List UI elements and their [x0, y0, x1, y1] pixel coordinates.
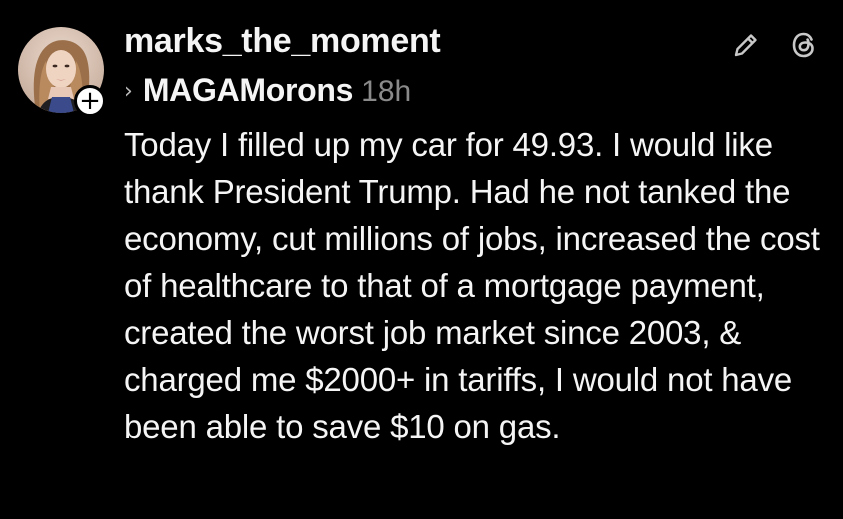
threads-button[interactable]: [787, 28, 821, 62]
community-row: › MAGAMorons 18h: [124, 72, 411, 109]
community-name[interactable]: MAGAMorons: [143, 72, 354, 109]
pencil-icon: [734, 34, 757, 57]
post-actions: [729, 28, 821, 62]
threads-icon: [792, 32, 814, 58]
avatar-container: +: [18, 27, 106, 117]
edit-button[interactable]: [729, 28, 763, 62]
chevron-right-icon: ›: [124, 79, 133, 104]
post-timestamp: 18h: [361, 75, 412, 108]
post-body: Today I filled up my car for 49.93. I wo…: [124, 126, 820, 445]
plus-icon: +: [79, 86, 101, 116]
author-username[interactable]: marks_the_moment: [124, 22, 441, 61]
follow-button[interactable]: +: [74, 85, 106, 117]
thread-post: + marks_the_moment › MAGAMorons 18h Toda…: [0, 0, 843, 519]
